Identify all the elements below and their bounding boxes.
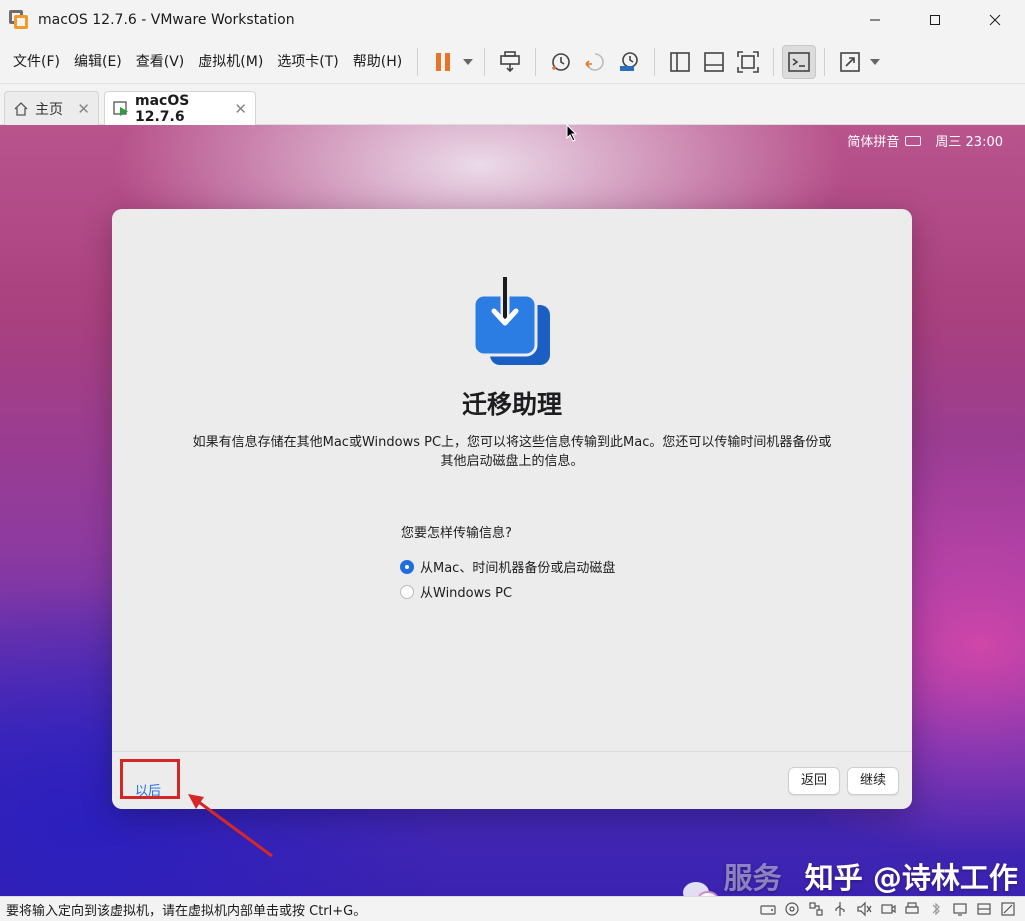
toolbar-divider (484, 47, 486, 76)
keyboard-icon (905, 135, 922, 146)
tab-strip: 主页 ✕ macOS 12.7.6 ✕ (0, 84, 1025, 125)
storage-icon[interactable] (975, 900, 993, 918)
mouse-cursor-icon (566, 124, 578, 142)
device-status-icons (753, 900, 1017, 918)
vm-running-icon (113, 100, 129, 117)
tab-close-icon[interactable]: ✕ (77, 100, 90, 118)
radio-button-checked[interactable] (400, 559, 414, 574)
fullscreen-dropdown[interactable] (867, 45, 883, 79)
menu-file[interactable]: 文件(F) (6, 47, 67, 77)
chevron-down-icon (463, 58, 474, 65)
watermark-faded-text: 服务号 (723, 861, 782, 895)
library-view-icon (670, 51, 691, 72)
menu-vm[interactable]: 虚拟机(M) (191, 47, 270, 77)
tab-label: 主页 (35, 101, 63, 118)
back-button[interactable]: 返回 (788, 767, 841, 795)
toolbar-divider (535, 47, 537, 76)
dialog-title: 迁移助理 (461, 390, 562, 419)
maximize-icon (930, 15, 940, 25)
watermark-text: 知乎 @诗林工作室 (804, 861, 1018, 895)
tab-close-icon[interactable]: ✕ (234, 100, 247, 118)
camera-icon[interactable] (879, 900, 897, 918)
migration-assistant-icon (472, 275, 550, 365)
console-view-button[interactable] (782, 44, 817, 79)
console-view-icon (788, 51, 811, 72)
pause-dropdown[interactable] (460, 45, 476, 79)
revert-snapshot-icon (585, 52, 604, 71)
tab-macos[interactable]: macOS 12.7.6 ✕ (104, 91, 256, 125)
close-icon (989, 14, 1001, 26)
minimize-button[interactable] (845, 0, 905, 40)
send-keys-icon (500, 50, 521, 72)
title-bar: macOS 12.7.6 - VMware Workstation (0, 0, 1025, 40)
tab-label: macOS 12.7.6 (135, 92, 190, 125)
menu-toolbar: 文件(F) 编辑(E) 查看(V) 虚拟机(M) 选项卡(T) 帮助(H) (0, 40, 1025, 84)
fullscreen-icon (840, 51, 861, 72)
window-title: macOS 12.7.6 - VMware Workstation (38, 12, 295, 28)
window-controls (845, 0, 1025, 40)
toolbar-divider (773, 47, 775, 76)
status-message: 要将输入定向到该虚拟机，请在虚拟机内部单击或按 Ctrl+G。 (6, 903, 367, 919)
vmware-logo-icon (9, 10, 29, 30)
menu-edit[interactable]: 编辑(E) (67, 47, 129, 77)
toolbar-divider (417, 47, 419, 76)
transfer-question: 您要怎样传输信息? (401, 526, 512, 541)
menu-view[interactable]: 查看(V) (129, 47, 192, 77)
option-label: 从Windows PC (420, 586, 513, 601)
minimize-icon (870, 19, 880, 21)
show-thumbnail-bar-button[interactable] (697, 45, 731, 79)
network-icon[interactable] (807, 900, 825, 918)
toolbar-divider (824, 47, 826, 76)
dialog-description: 如果有信息存储在其他Mac或Windows PC上，您可以将这些信息传输到此Ma… (192, 435, 832, 469)
highlight-box (120, 759, 180, 799)
message-log-icon[interactable] (999, 900, 1017, 918)
mac-menu-extras: 简体拼音 周三 23:00 (847, 131, 1003, 150)
home-icon (13, 101, 29, 117)
sound-icon[interactable] (855, 900, 873, 918)
input-method-label[interactable]: 简体拼音 (847, 131, 899, 150)
pause-button[interactable] (426, 45, 460, 79)
maximize-button[interactable] (905, 0, 965, 40)
show-library-button[interactable] (663, 45, 697, 79)
pause-icon (436, 52, 451, 71)
toolbar-divider (654, 47, 656, 76)
radio-button[interactable] (400, 584, 414, 599)
fullscreen-button[interactable] (833, 45, 867, 79)
option-from-windows-pc[interactable]: 从Windows PC (400, 582, 512, 601)
watermark: 服务号 知乎 @诗林工作室 (683, 855, 1025, 896)
bluetooth-icon[interactable] (927, 900, 945, 918)
option-label: 从Mac、时间机器备份或启动磁盘 (420, 561, 616, 576)
hard-disk-icon[interactable] (759, 900, 777, 918)
send-ctrl-alt-del-button[interactable] (493, 45, 527, 79)
migration-assistant-dialog: 迁移助理 如果有信息存储在其他Mac或Windows PC上，您可以将这些信息传… (112, 209, 912, 809)
printer-icon[interactable] (903, 900, 921, 918)
option-from-mac[interactable]: 从Mac、时间机器备份或启动磁盘 (400, 557, 615, 576)
continue-button[interactable]: 继续 (847, 767, 900, 795)
fit-guest-button[interactable] (731, 45, 765, 79)
display-icon[interactable] (951, 900, 969, 918)
wechat-icon (683, 882, 719, 896)
revert-snapshot-button[interactable] (578, 45, 612, 79)
chevron-down-icon (870, 58, 881, 65)
fit-guest-icon (737, 50, 760, 73)
menu-tabs[interactable]: 选项卡(T) (270, 47, 345, 77)
snapshot-manager-icon (620, 51, 639, 71)
dialog-footer: 以后 返回 继续 (112, 751, 912, 809)
snapshot-manager-button[interactable] (612, 45, 646, 79)
take-snapshot-button[interactable] (544, 45, 578, 79)
usb-icon[interactable] (831, 900, 849, 918)
snapshot-icon (552, 52, 571, 71)
thumbnail-view-icon (704, 51, 725, 72)
menu-help[interactable]: 帮助(H) (346, 47, 409, 77)
cd-dvd-icon[interactable] (783, 900, 801, 918)
close-button[interactable] (965, 0, 1025, 40)
mac-clock[interactable]: 周三 23:00 (935, 131, 1003, 150)
status-bar: 要将输入定向到该虚拟机，请在虚拟机内部单击或按 Ctrl+G。 (0, 896, 1025, 921)
tab-home[interactable]: 主页 ✕ (4, 91, 99, 125)
